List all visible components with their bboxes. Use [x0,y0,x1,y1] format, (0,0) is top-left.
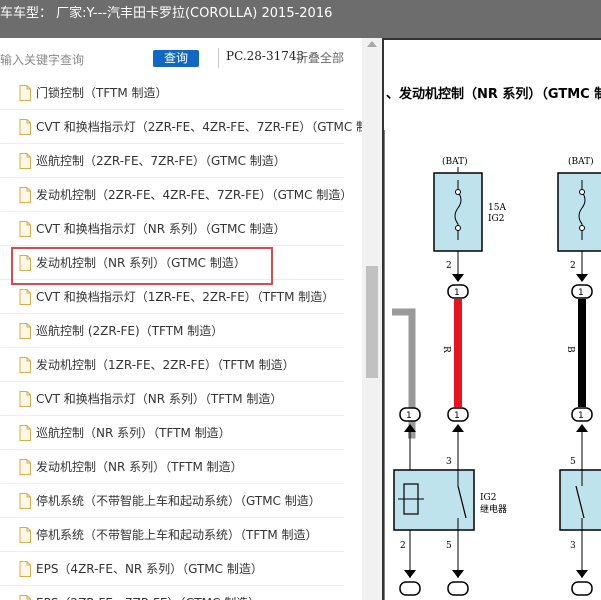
fuse-name: IG2 [488,214,504,224]
arrow-down-icon [452,274,464,282]
connector-bottom-1 [447,581,469,596]
connector2-pin-1: 1 [578,288,584,298]
relay-box-2 [559,469,601,531]
tree-item-label: 巡航控制 (2ZR-FE)（TFTM 制造） [36,324,224,338]
tree-item[interactable]: 巡航控制（2ZR-FE、7ZR-FE）（GTMC 制造） [0,144,344,178]
tree-item[interactable]: 发动机控制（2ZR-FE、4ZR-FE、7ZR-FE）（GTMC 制造） [0,178,352,212]
collapse-all-link[interactable]: 折叠全部 [296,49,344,66]
tree-item-label: CVT 和换档指示灯（NR 系列）（TFTM 制造） [36,392,283,406]
scroll-up-arrow-icon[interactable] [367,41,377,47]
document-icon [19,493,31,509]
pc-code: PC.28-31743 [226,49,305,63]
document-icon [19,85,31,101]
tree-item-label: EPS（2ZR-FE、7ZR-FE）（GTMC 制造） [36,594,260,600]
tree-item-label: 停机系统（不带智能上车和起动系统）（TFTM 制造） [36,528,318,542]
tree-item-label: 发动机控制（2ZR-FE、4ZR-FE、7ZR-FE）（GTMC 制造） [36,188,353,202]
search-input[interactable] [0,51,148,69]
connector-bottom-left [399,581,421,596]
document-icon [19,221,31,237]
tree-item[interactable]: EPS（4ZR-FE、NR 系列）（GTMC 制造） [0,552,344,586]
document-icon [19,561,31,577]
connector-mid-left-pin: 1 [406,411,412,421]
vehicle-title: 车车型： 厂家:Y---汽丰田卡罗拉(COROLLA) 2015-2016 [0,6,333,21]
document-icon [19,459,31,475]
tree-item[interactable]: 巡航控制 (2ZR-FE)（TFTM 制造） [0,314,344,348]
tree-item[interactable]: CVT 和换档指示灯（2ZR-FE、4ZR-FE、7ZR-FE）（GTMC 制造… [0,110,382,144]
connector-pin-1: 1 [454,288,460,298]
fuse2-pin-2: 2 [570,261,576,271]
connector-bottom-2 [571,581,593,596]
wire-color-red: R [441,346,451,353]
fuse-pin-2: 2 [446,261,452,271]
tree-item-label: 巡航控制（NR 系列）（TFTM 制造） [36,426,231,440]
connector2-mid-pin: 1 [578,411,584,421]
relay-pin-2: 2 [400,541,406,551]
tree-item-label: 发动机控制（NR 系列）（TFTM 制造） [36,460,243,474]
tree-item-label: 停机系统（不带智能上车和起动系统）（GTMC 制造） [36,494,321,508]
tree-item-label: 巡航控制（2ZR-FE、7ZR-FE）（GTMC 制造） [36,154,286,168]
tree-item[interactable]: EPS（2ZR-FE、7ZR-FE）（GTMC 制造） [0,586,344,600]
tree-item[interactable]: 巡航控制（NR 系列）（TFTM 制造） [0,416,344,450]
relay-pin-3: 3 [446,457,452,467]
tree-item[interactable]: 发动机控制（NR 系列）（TFTM 制造） [0,450,344,484]
document-icon [19,119,31,135]
relay-desc: 继电器 [480,503,507,515]
diagram-title: 、发动机控制（NR 系列）（GTMC 制 [386,87,601,102]
document-tree: 门锁控制（TFTM 制造） CVT 和换档指示灯（2ZR-FE、4ZR-FE、7Z… [0,76,382,600]
red-wire [454,299,462,407]
tree-item-label: EPS（4ZR-FE、NR 系列）（GTMC 制造） [36,562,263,576]
tree-item[interactable]: 发动机控制（1ZR-FE、2ZR-FE）（TFTM 制造） [0,348,344,382]
wiring-diagram: (BAT) 15A IG2 2 1 R 1 1 3 IG2 继电器 2 5 (B… [384,130,601,600]
search-divider [218,48,219,68]
relay2-pin-3: 3 [570,541,576,551]
document-icon [19,357,31,373]
document-icon [19,187,31,203]
search-button[interactable]: 查询 [153,50,199,67]
bat-label-2: (BAT) [568,156,594,167]
document-icon [19,153,31,169]
relay-name: IG2 [480,493,496,503]
scroll-thumb[interactable] [366,266,378,378]
search-bar: 查询 PC.28-31743 折叠全部 [0,38,382,76]
document-icon [19,323,31,339]
title-bar: 车车型： 厂家:Y---汽丰田卡罗拉(COROLLA) 2015-2016 [0,0,601,38]
fuse-amp: 15A [488,203,506,213]
wire-color-black: B [565,346,575,353]
tree-item[interactable]: 停机系统（不带智能上车和起动系统）（GTMC 制造） [0,484,344,518]
bat-label-1: (BAT) [442,156,468,167]
connector-mid-pin-1: 1 [454,411,460,421]
relay-pin-5: 5 [446,541,452,551]
document-icon [19,595,31,600]
diagram-pane: (BAT) 15A IG2 2 1 R 1 1 3 IG2 继电器 2 5 (B… [382,38,601,600]
tree-item[interactable]: 门锁控制（TFTM 制造） [0,76,344,110]
tree-item-label: CVT 和换档指示灯（1ZR-FE、2ZR-FE）（TFTM 制造） [36,290,335,304]
tree-item[interactable]: CVT 和换档指示灯（NR 系列）（TFTM 制造） [0,382,344,416]
tree-item-label: CVT 和换档指示灯（2ZR-FE、4ZR-FE、7ZR-FE）（GTMC 制造… [36,120,382,134]
document-icon [19,425,31,441]
catalog-pane: 查询 PC.28-31743 折叠全部 门锁控制（TFTM 制造） CVT 和换档… [0,38,382,600]
tree-item[interactable]: CVT 和换档指示灯（NR 系列）（GTMC 制造） [0,212,344,246]
black-wire [578,299,586,407]
tree-item[interactable]: 停机系统（不带智能上车和起动系统）（TFTM 制造） [0,518,344,552]
tree-item-label: 门锁控制（TFTM 制造） [36,86,168,100]
tree-scrollbar[interactable] [362,38,382,600]
relay2-pin-5: 5 [570,457,576,467]
tree-item[interactable]: CVT 和换档指示灯（1ZR-FE、2ZR-FE）（TFTM 制造） [0,280,344,314]
document-icon [19,391,31,407]
tree-item-label: CVT 和换档指示灯（NR 系列）（GTMC 制造） [36,222,286,236]
tree-item-label: 发动机控制（1ZR-FE、2ZR-FE）（TFTM 制造） [36,358,295,372]
document-icon [19,289,31,305]
tree-item[interactable]: 发动机控制（NR 系列）（GTMC 制造） [0,246,344,285]
document-icon [19,527,31,543]
